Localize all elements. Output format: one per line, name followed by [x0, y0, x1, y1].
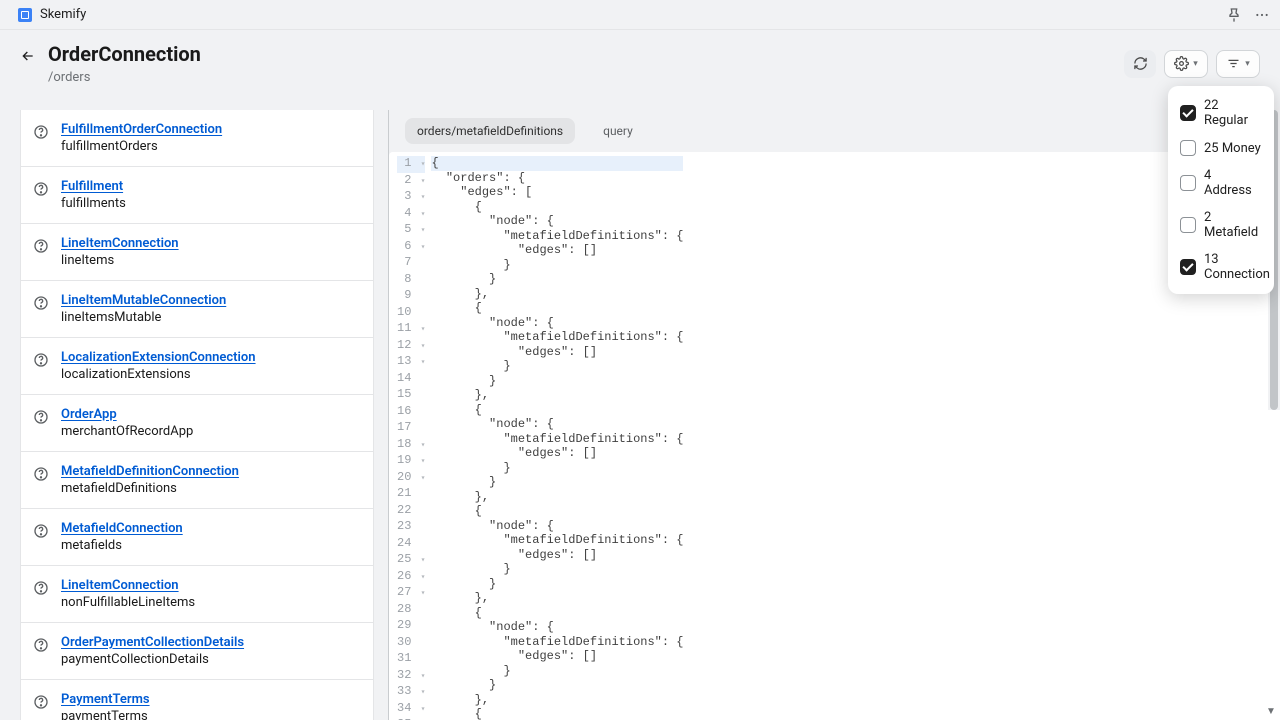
help-icon[interactable]	[33, 409, 51, 427]
main-body: FulfillmentOrderConnection fulfillmentOrd…	[0, 110, 1280, 720]
code-editor[interactable]: 1 ▾2 ▾3 ▾4 ▾5 ▾6 ▾7 8 9 10 11 ▾12 ▾13 ▾1…	[389, 152, 1280, 720]
sidebar-item[interactable]: MetafieldConnection metafields	[21, 509, 373, 566]
sidebar-type-link[interactable]: OrderApp	[61, 407, 193, 422]
sidebar-field-label: lineItems	[61, 253, 179, 268]
checkbox-icon[interactable]	[1180, 105, 1196, 121]
back-arrow-icon[interactable]	[20, 48, 36, 64]
sidebar-item[interactable]: Fulfillment fulfillments	[21, 167, 373, 224]
sidebar-field-label: paymentTerms	[61, 709, 150, 720]
sidebar-item[interactable]: OrderPaymentCollectionDetails paymentColl…	[21, 623, 373, 680]
editor-tab-query[interactable]: query	[591, 118, 645, 144]
filter-option[interactable]: 25 Money	[1172, 134, 1270, 162]
help-icon[interactable]	[33, 238, 51, 256]
sidebar-item[interactable]: MetafieldDefinitionConnection metafieldDe…	[21, 452, 373, 509]
refresh-button[interactable]	[1124, 50, 1156, 78]
filter-option[interactable]: 2 Metafield	[1172, 204, 1270, 246]
sidebar-type-link[interactable]: MetafieldConnection	[61, 521, 183, 536]
editor-tab-active[interactable]: orders/metafieldDefinitions	[405, 118, 575, 144]
page-header: OrderConnection /orders ▾ ▾	[0, 30, 1280, 99]
editor-tabs: orders/metafieldDefinitions query	[389, 110, 1280, 152]
sidebar-type-link[interactable]: Fulfillment	[61, 179, 126, 194]
sidebar-field-label: nonFulfillableLineItems	[61, 595, 195, 610]
checkbox-icon[interactable]	[1180, 140, 1196, 156]
pin-icon[interactable]	[1226, 7, 1242, 23]
filter-option[interactable]: 13 Connection	[1172, 246, 1270, 288]
filter-button[interactable]: ▾	[1216, 50, 1260, 78]
sidebar-type-link[interactable]: LineItemConnection	[61, 578, 195, 593]
filter-label: 25 Money	[1204, 141, 1261, 156]
sidebar-field-label: fulfillments	[61, 196, 126, 211]
sidebar-item[interactable]: FulfillmentOrderConnection fulfillmentOrd…	[21, 110, 373, 167]
sidebar-field-label: metafieldDefinitions	[61, 481, 239, 496]
sidebar-field-label: fulfillmentOrders	[61, 139, 222, 154]
sidebar-field-label: metafields	[61, 538, 183, 553]
sidebar-type-link[interactable]: MetafieldDefinitionConnection	[61, 464, 239, 479]
sidebar-type-link[interactable]: LineItemConnection	[61, 236, 179, 251]
more-icon[interactable]	[1254, 7, 1270, 23]
chevron-down-icon: ▾	[1245, 59, 1250, 69]
chevron-down-icon: ▾	[1193, 59, 1198, 69]
help-icon[interactable]	[33, 124, 51, 142]
sidebar-type-link[interactable]: LineItemMutableConnection	[61, 293, 226, 308]
sidebar-type-link[interactable]: LocalizationExtensionConnection	[61, 350, 256, 365]
checkbox-icon[interactable]	[1180, 259, 1196, 275]
sidebar-field-label: paymentCollectionDetails	[61, 652, 244, 667]
help-icon[interactable]	[33, 181, 51, 199]
help-icon[interactable]	[33, 694, 51, 712]
filter-dropdown: 22 Regular 25 Money 4 Address 2 Metafield 13…	[1168, 86, 1274, 294]
help-icon[interactable]	[33, 523, 51, 541]
sidebar-type-link[interactable]: OrderPaymentCollectionDetails	[61, 635, 244, 650]
help-icon[interactable]	[33, 580, 51, 598]
sidebar[interactable]: FulfillmentOrderConnection fulfillmentOrd…	[0, 110, 388, 720]
sidebar-field-label: merchantOfRecordApp	[61, 424, 193, 439]
window-tab[interactable]: Skemify	[10, 3, 94, 26]
sidebar-field-label: lineItemsMutable	[61, 310, 226, 325]
tab-title: Skemify	[40, 7, 86, 22]
filter-label: 13 Connection	[1204, 252, 1270, 282]
help-icon[interactable]	[33, 352, 51, 370]
sidebar-type-link[interactable]: FulfillmentOrderConnection	[61, 122, 222, 137]
sidebar-item[interactable]: OrderApp merchantOfRecordApp	[21, 395, 373, 452]
filter-label: 22 Regular	[1204, 98, 1262, 128]
page-title: OrderConnection	[48, 42, 201, 66]
page-path: /orders	[48, 70, 201, 85]
window-tab-bar: Skemify	[0, 0, 1280, 30]
help-icon[interactable]	[33, 466, 51, 484]
sidebar-item[interactable]: LineItemConnection nonFulfillableLineItem…	[21, 566, 373, 623]
checkbox-icon[interactable]	[1180, 175, 1196, 191]
help-icon[interactable]	[33, 295, 51, 313]
editor-pane: orders/metafieldDefinitions query 1 ▾2 ▾…	[388, 110, 1280, 720]
sidebar-field-label: localizationExtensions	[61, 367, 256, 382]
filter-option[interactable]: 4 Address	[1172, 162, 1270, 204]
settings-button[interactable]: ▾	[1164, 50, 1208, 78]
sidebar-item[interactable]: LineItemConnection lineItems	[21, 224, 373, 281]
sidebar-item[interactable]: LocalizationExtensionConnection localizat…	[21, 338, 373, 395]
sidebar-item[interactable]: LineItemMutableConnection lineItemsMutabl…	[21, 281, 373, 338]
filter-label: 4 Address	[1204, 168, 1262, 198]
filter-option[interactable]: 22 Regular	[1172, 92, 1270, 134]
app-favicon-icon	[18, 8, 32, 22]
filter-label: 2 Metafield	[1204, 210, 1262, 240]
checkbox-icon[interactable]	[1180, 217, 1196, 233]
sidebar-type-link[interactable]: PaymentTerms	[61, 692, 150, 707]
help-icon[interactable]	[33, 637, 51, 655]
scroll-down-icon[interactable]: ▼	[1266, 706, 1278, 718]
sidebar-item[interactable]: PaymentTerms paymentTerms	[21, 680, 373, 720]
